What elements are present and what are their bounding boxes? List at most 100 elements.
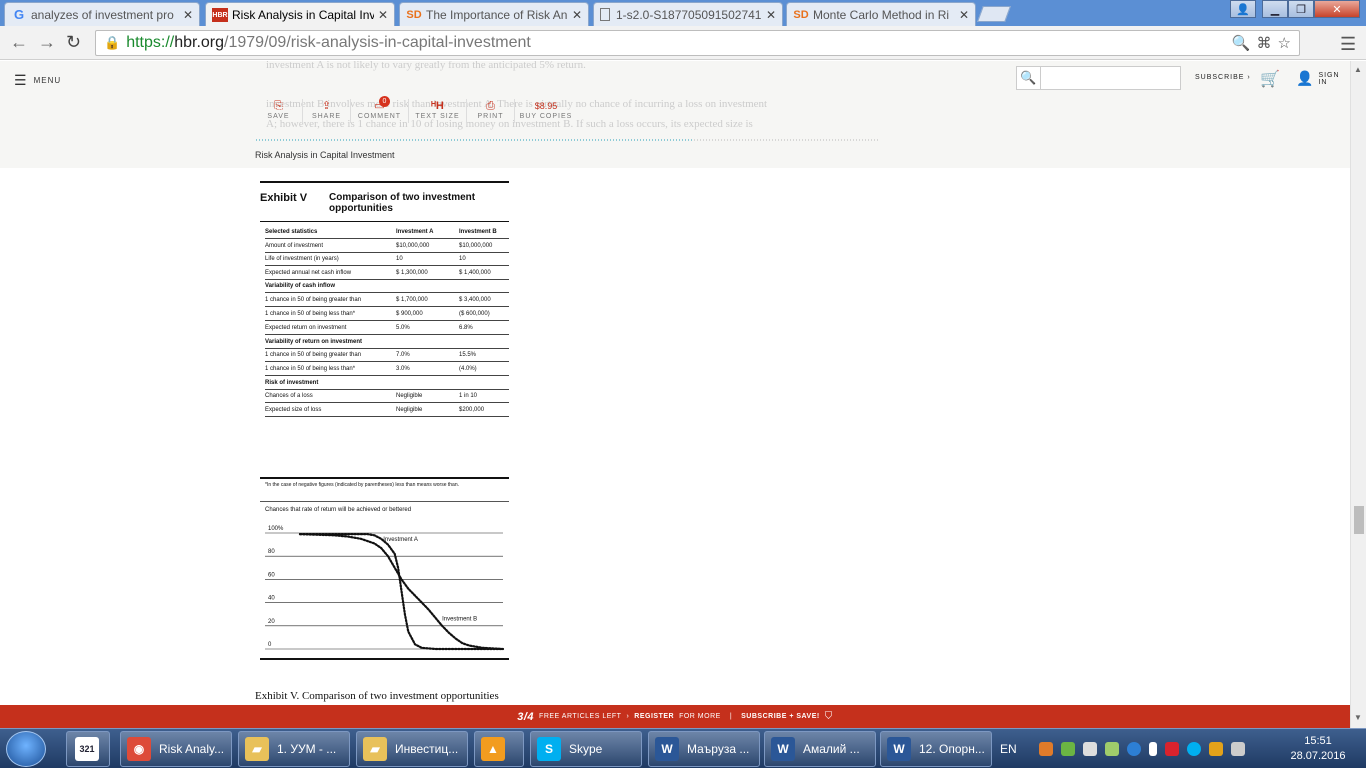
clock-time: 15:51 bbox=[1304, 735, 1332, 747]
chevron-right-icon: › bbox=[626, 713, 630, 720]
cart-icon[interactable]: 🛒 bbox=[1260, 69, 1280, 89]
taskbar-item-label: Skype bbox=[569, 742, 603, 756]
address-bar[interactable]: 🔒 https:// hbr.org /1979/09/risk-analysi… bbox=[95, 30, 1300, 56]
comment-button[interactable]: ▭ 0 COMMENT bbox=[351, 96, 409, 123]
sciencedirect-icon: SD bbox=[793, 8, 809, 21]
site-menu[interactable]: ☰ MENU bbox=[14, 72, 61, 89]
table-row: Chances of a loss Negligible 1 in 10 bbox=[265, 390, 509, 403]
table-cell: $ 900,000 bbox=[396, 311, 423, 317]
taskbar-item[interactable]: W Маъруза ... bbox=[648, 731, 760, 767]
subscribe-save-link[interactable]: SUBSCRIBE + SAVE! bbox=[741, 713, 820, 720]
translate-icon[interactable]: ⌘ bbox=[1257, 34, 1272, 52]
table-cell: 1 chance in 50 of being greater than bbox=[265, 352, 362, 358]
skype-tray-icon[interactable] bbox=[1186, 742, 1201, 756]
table-cell: Expected size of loss bbox=[265, 407, 322, 413]
tab-4[interactable]: 1-s2.0-S187705091502741 ✕ bbox=[593, 2, 783, 26]
save-button[interactable]: ⎘ SAVE bbox=[255, 99, 303, 123]
tab-title: Risk Analysis in Capital Inv bbox=[232, 8, 374, 22]
close-tab-icon[interactable]: ✕ bbox=[959, 8, 969, 22]
taskbar-item[interactable]: S Skype bbox=[530, 731, 642, 767]
clipboard-icon[interactable] bbox=[1082, 742, 1097, 756]
search-input[interactable] bbox=[1041, 66, 1181, 90]
flag-icon[interactable] bbox=[1208, 742, 1223, 756]
network-icon[interactable] bbox=[1104, 742, 1119, 756]
office-icon[interactable] bbox=[1038, 742, 1053, 756]
subscribe-link[interactable]: SUBSCRIBE › bbox=[1195, 74, 1251, 81]
close-tab-icon[interactable]: ✕ bbox=[378, 8, 388, 22]
taskbar-item[interactable]: W 12. Опорн... bbox=[880, 731, 992, 767]
page-scrollbar[interactable]: ▲ ▼ bbox=[1350, 61, 1366, 728]
search-icon[interactable]: 🔍 bbox=[1016, 66, 1041, 90]
taskbar-item[interactable]: W Амалий ... bbox=[764, 731, 876, 767]
y-tick-label: 60 bbox=[268, 572, 275, 578]
browser-toolbar: ← → ↻ 🔒 https:// hbr.org /1979/09/risk-a… bbox=[0, 26, 1366, 60]
word-icon: W bbox=[887, 737, 911, 761]
forward-icon[interactable]: → bbox=[38, 32, 56, 53]
close-tab-icon[interactable]: ✕ bbox=[766, 8, 776, 22]
scroll-up-icon[interactable]: ▲ bbox=[1354, 65, 1362, 74]
taskbar-item[interactable]: ◉ Risk Analy... bbox=[120, 731, 232, 767]
share-button[interactable]: ⇪ SHARE bbox=[303, 99, 351, 123]
antivirus-icon[interactable] bbox=[1164, 742, 1179, 756]
table-cell: Expected return on investment bbox=[265, 325, 347, 331]
close-tab-icon[interactable]: ✕ bbox=[183, 8, 193, 22]
browser-menu-icon[interactable]: ☰ bbox=[1340, 34, 1356, 55]
word-icon: W bbox=[771, 737, 795, 761]
back-icon[interactable]: ← bbox=[10, 32, 28, 53]
table-cell: 3.0% bbox=[396, 366, 410, 372]
browser-tray-icon[interactable] bbox=[1126, 742, 1141, 756]
minimize-button[interactable]: ▁ bbox=[1262, 0, 1288, 18]
site-search: 🔍 bbox=[1016, 66, 1181, 90]
table-cell: Variability of cash inflow bbox=[265, 283, 336, 289]
text-size-button[interactable]: ᴴH TEXT SIZE bbox=[409, 99, 467, 123]
buy-copies-button[interactable]: $8.95 BUY COPIES bbox=[515, 99, 577, 123]
hbr-icon: HBR bbox=[212, 8, 228, 22]
url-path: /1979/09/risk-analysis-in-capital-invest… bbox=[224, 34, 531, 51]
new-tab-button[interactable] bbox=[977, 6, 1011, 22]
table-cell: 1 chance in 50 of being less than* bbox=[265, 311, 356, 317]
calendar-app[interactable]: 321 bbox=[66, 731, 110, 767]
maximize-button[interactable]: ❐ bbox=[1288, 0, 1314, 18]
taskbar-item[interactable]: ▲ bbox=[474, 731, 524, 767]
reload-icon[interactable]: ↻ bbox=[66, 32, 81, 53]
y-tick-label: 0 bbox=[268, 642, 272, 648]
tab-title: 1-s2.0-S187705091502741 bbox=[616, 7, 762, 22]
tab-1[interactable]: G analyzes of investment pro ✕ bbox=[4, 2, 200, 26]
zoom-icon[interactable]: 🔍 bbox=[1232, 34, 1251, 52]
scroll-down-icon[interactable]: ▼ bbox=[1354, 713, 1362, 722]
exhibit-footnote: *In the case of negative figures (indica… bbox=[265, 482, 460, 488]
volume-icon[interactable] bbox=[1230, 742, 1245, 756]
user-icon[interactable]: 👤 bbox=[1230, 0, 1256, 18]
taskbar-item[interactable]: ▰ 1. УУМ - ... bbox=[238, 731, 350, 767]
table-cell: $ 1,700,000 bbox=[396, 297, 428, 303]
close-window-button[interactable]: ✕ bbox=[1314, 0, 1360, 18]
calendar-icon: 321 bbox=[75, 737, 99, 761]
table-cell: $10,000,000 bbox=[396, 243, 430, 249]
sign-in-link[interactable]: 👤 SIGN IN bbox=[1296, 70, 1350, 87]
register-link[interactable]: REGISTER bbox=[634, 713, 674, 720]
scroll-thumb[interactable] bbox=[1354, 506, 1364, 534]
tab-2[interactable]: HBR Risk Analysis in Capital Inv ✕ bbox=[205, 2, 395, 27]
print-button[interactable]: ⎙ PRINT bbox=[467, 99, 515, 123]
taskbar-item[interactable]: ▰ Инвестиц... bbox=[356, 731, 468, 767]
table-row: Amount of investment $10,000,000 $10,000,0… bbox=[265, 240, 509, 253]
table-cell: 6.8% bbox=[459, 325, 473, 331]
skype-icon: S bbox=[537, 737, 561, 761]
close-tab-icon[interactable]: ✕ bbox=[572, 8, 582, 22]
tab-5[interactable]: SD Monte Carlo Method in Ri ✕ bbox=[786, 2, 976, 26]
table-header: Selected statistics Investment A Investm… bbox=[265, 226, 509, 239]
security-icon[interactable] bbox=[1060, 742, 1075, 756]
table-row: Expected annual net cash inflow $ 1,300,0… bbox=[265, 267, 509, 280]
bluetooth-icon[interactable] bbox=[1148, 742, 1157, 756]
table-row: Variability of return on investment bbox=[265, 336, 509, 349]
clock[interactable]: 15:51 28.07.2016 bbox=[1282, 734, 1354, 764]
table-cell: Negligible bbox=[396, 407, 423, 413]
windows-taskbar: 321 ◉ Risk Analy... ▰ 1. УУМ - ... ▰ Инвестиц… bbox=[0, 728, 1366, 768]
word-icon: W bbox=[655, 737, 679, 761]
language-indicator[interactable]: EN bbox=[1000, 742, 1017, 756]
bookmark-star-icon[interactable]: ☆ bbox=[1278, 34, 1291, 52]
series-line-investment-a bbox=[298, 533, 505, 651]
table-cell: $ 1,400,000 bbox=[459, 270, 491, 276]
tab-3[interactable]: SD The Importance of Risk An ✕ bbox=[399, 2, 589, 26]
start-button[interactable] bbox=[6, 731, 46, 767]
